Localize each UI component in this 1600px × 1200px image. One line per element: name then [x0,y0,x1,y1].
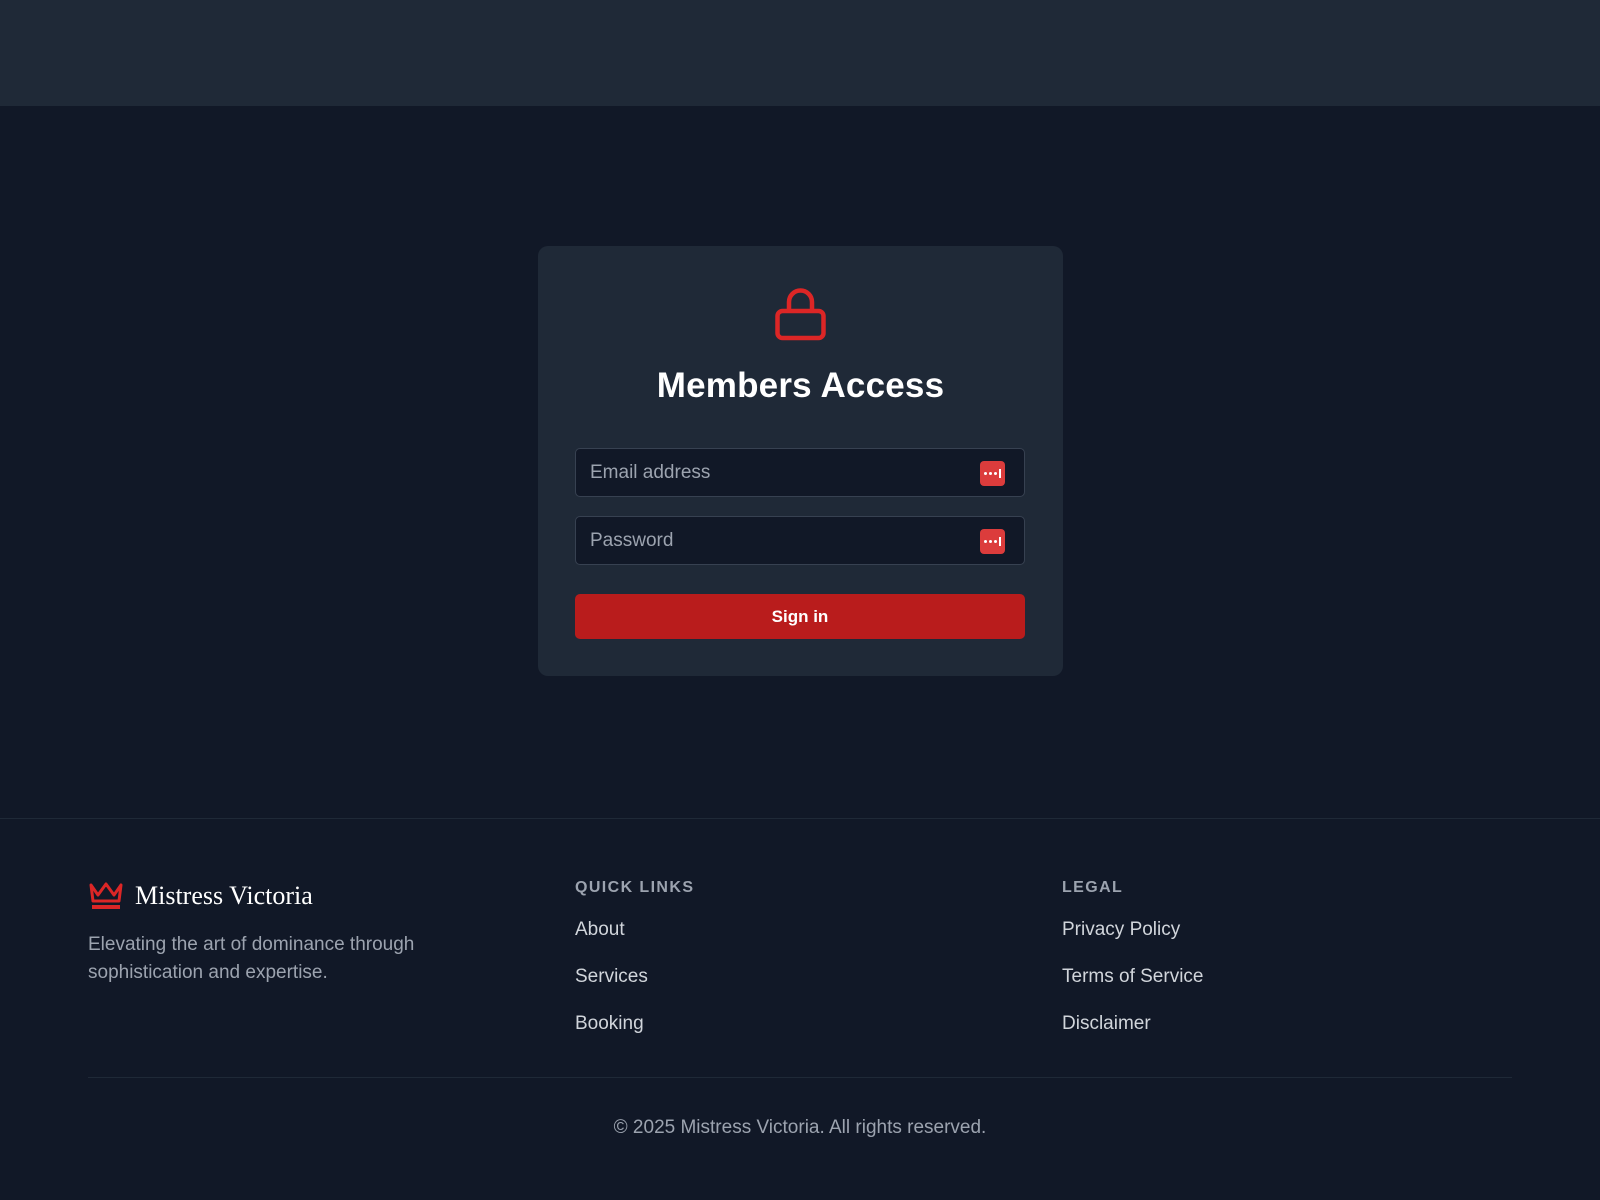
email-field[interactable] [576,449,1024,496]
footer-link-terms-of-service[interactable]: Terms of Service [1062,965,1203,1012]
footer: Mistress Victoria Elevating the art of d… [0,818,1600,1200]
lock-icon [775,288,826,341]
top-header [0,0,1600,106]
quick-links: QUICK LINKS About Services Booking [575,879,694,1059]
footer-link-booking[interactable]: Booking [575,1012,694,1059]
sign-in-button[interactable]: Sign in [575,594,1025,639]
brand-name: Mistress Victoria [135,881,313,910]
password-manager-icon[interactable] [980,529,1005,554]
quick-links-heading: QUICK LINKS [575,879,695,896]
password-field[interactable] [576,517,1024,564]
email-field-wrapper [575,448,1025,497]
footer-link-services[interactable]: Services [575,965,694,1012]
legal-links: LEGAL Privacy Policy Terms of Service Di… [1062,879,1203,1059]
footer-brand[interactable]: Mistress Victoria [88,881,313,911]
crown-icon [89,882,123,909]
login-card: Members Access Sign in [538,246,1063,676]
footer-link-about[interactable]: About [575,918,694,965]
page-title: Members Access [656,366,945,405]
copyright: © 2025 Mistress Victoria. All rights res… [613,1117,987,1138]
footer-divider [88,1077,1512,1078]
legal-heading: LEGAL [1062,879,1124,896]
brand-tagline: Elevating the art of dominance through s… [88,934,415,983]
footer-link-disclaimer[interactable]: Disclaimer [1062,1012,1203,1059]
password-field-wrapper [575,516,1025,565]
footer-link-privacy-policy[interactable]: Privacy Policy [1062,918,1203,965]
password-manager-icon[interactable] [980,461,1005,486]
